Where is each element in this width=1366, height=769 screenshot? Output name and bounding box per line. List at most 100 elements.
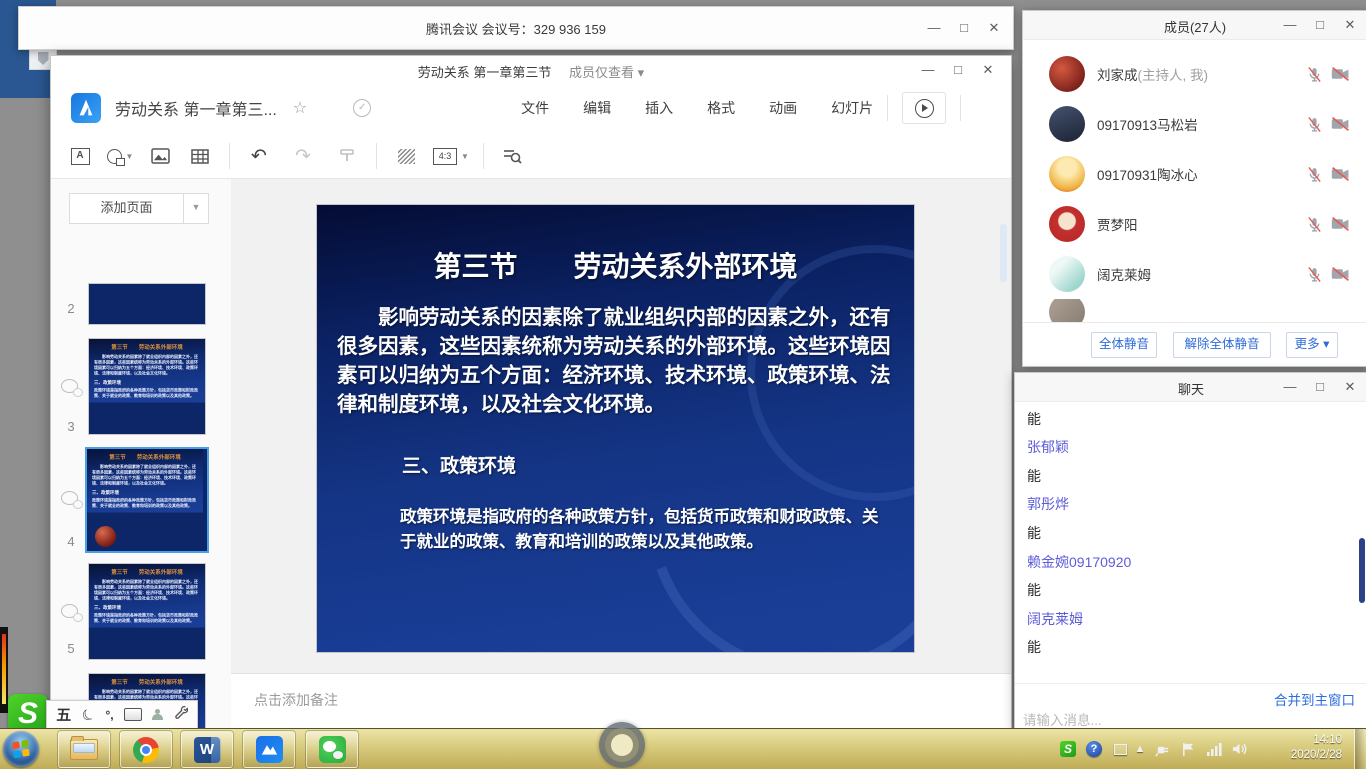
merge-to-main-window-link[interactable]: 合并到主窗口 — [1274, 689, 1355, 709]
slide-thumbnail-3[interactable]: 第三节 劳动关系外部环境 影响劳动关系的因素除了就业组织内部的因素之外，还有很多… — [89, 339, 205, 434]
tray-window-switch-icon[interactable] — [1110, 739, 1130, 759]
menu-file[interactable]: 文件 — [521, 98, 549, 118]
menu-insert[interactable]: 插入 — [645, 98, 673, 118]
wps-logo-icon — [71, 93, 101, 123]
redo-icon[interactable]: ↷ — [288, 141, 318, 171]
slide-thumbnail-5[interactable]: 第三节 劳动关系外部环境 影响劳动关系的因素除了就业组织内部的因素之外，还有很多… — [89, 564, 205, 659]
ime-language-moon-icon[interactable]: ☾ — [78, 703, 99, 725]
slide-canvas[interactable]: 第三节 劳动关系外部环境 影响劳动关系的因素除了就业组织内部的因素之外，还有很多… — [316, 204, 915, 653]
mute-all-button[interactable]: 全体静音 — [1091, 332, 1157, 358]
minimize-icon[interactable]: — — [1275, 12, 1305, 38]
unmute-all-button[interactable]: 解除全体静音 — [1173, 332, 1271, 358]
close-icon[interactable]: ✕ — [979, 15, 1009, 41]
divider — [1015, 683, 1366, 684]
tray-hidden-icons-arrow[interactable]: ▲ — [1130, 739, 1150, 759]
minimize-icon[interactable]: — — [1275, 374, 1305, 400]
find-replace-icon[interactable] — [498, 141, 528, 171]
camera-off-icon[interactable] — [1327, 116, 1353, 132]
minimize-icon[interactable]: — — [913, 57, 943, 83]
animation-badge-icon — [61, 491, 78, 505]
undo-icon[interactable]: ↶ — [244, 141, 274, 171]
format-painter-icon[interactable] — [332, 141, 362, 171]
ime-settings-wrench-icon[interactable] — [174, 705, 188, 724]
tray-volume-icon[interactable] — [1230, 739, 1250, 759]
menu-animation[interactable]: 动画 — [769, 98, 797, 118]
tray-power-icon[interactable] — [1152, 739, 1172, 759]
wps-window-title: 劳动关系 第一章第三节 — [418, 65, 552, 80]
play-slideshow-button[interactable] — [902, 92, 946, 124]
taskbar-chrome-button[interactable] — [120, 731, 172, 768]
slide-thumbnail-4-selected[interactable]: 第三节 劳动关系外部环境 影响劳动关系的因素除了就业组织内部的因素之外，还有很多… — [87, 449, 207, 551]
aspect-ratio-selector[interactable]: 4:3▼ — [433, 141, 469, 171]
taskbar-wechat-button[interactable] — [306, 731, 358, 768]
document-tab[interactable]: 劳动关系 第一章第三... — [115, 96, 277, 120]
camera-off-icon[interactable] — [1327, 166, 1353, 182]
chat-scrollbar[interactable] — [1359, 538, 1365, 603]
menu-format[interactable]: 格式 — [707, 98, 735, 118]
tray-action-center-flag-icon[interactable] — [1178, 739, 1198, 759]
table-tool-icon[interactable] — [185, 141, 215, 171]
tray-network-icon[interactable] — [1204, 739, 1224, 759]
member-row[interactable]: 09170931陶冰心 — [1023, 149, 1366, 199]
maximize-icon[interactable]: □ — [949, 15, 979, 41]
member-row[interactable]: 刘家成(主持人, 我) — [1023, 49, 1366, 99]
maximize-icon[interactable]: □ — [1305, 374, 1335, 400]
member-row[interactable]: 贾梦阳 — [1023, 199, 1366, 249]
chat-sender-name: 赖金婉09170920 — [1027, 552, 1347, 572]
notes-area[interactable]: 点击添加备注 — [231, 673, 1011, 728]
close-icon[interactable]: ✕ — [1335, 374, 1365, 400]
docked-toolbar-edge-indicator[interactable] — [0, 627, 8, 713]
tray-time: 14:10 — [1291, 733, 1342, 748]
mic-muted-icon[interactable] — [1301, 66, 1327, 83]
textbox-tool-icon[interactable]: A — [65, 141, 95, 171]
shape-tool-icon[interactable]: ▼ — [105, 141, 135, 171]
editor-scrollbar[interactable] — [1000, 224, 1007, 282]
minimize-icon[interactable]: — — [919, 15, 949, 41]
slide-paragraph: 政策环境是指政府的各种政策方针，包括货币政策和财政政策、关于就业的政策、教育和培… — [400, 505, 892, 555]
word-icon: W — [194, 737, 220, 763]
camera-off-icon[interactable] — [1327, 266, 1353, 282]
mic-muted-icon[interactable] — [1301, 116, 1327, 133]
camera-off-icon[interactable] — [1327, 66, 1353, 82]
tray-sogou-icon[interactable]: S — [1058, 739, 1078, 759]
explorer-icon — [70, 739, 98, 760]
ime-profile-icon[interactable] — [152, 709, 163, 720]
mic-muted-icon[interactable] — [1301, 266, 1327, 283]
taskbar-explorer-button[interactable] — [58, 731, 110, 768]
background-fill-icon[interactable] — [391, 141, 421, 171]
tray-date: 2020/2/28 — [1291, 748, 1342, 763]
view-mode-dropdown[interactable]: 成员仅查看 ▾ — [569, 65, 644, 80]
tray-help-icon[interactable]: ? — [1084, 739, 1104, 759]
add-page-button[interactable]: 添加页面 ▼ — [69, 193, 209, 224]
meeting-window-title: 腾讯会议 会议号：329 936 159 — [19, 19, 1013, 38]
taskbar-word-button[interactable]: W — [181, 731, 233, 768]
mic-muted-icon[interactable] — [1301, 216, 1327, 233]
camera-off-icon[interactable] — [1327, 216, 1353, 232]
tray-clock[interactable]: 14:10 2020/2/28 — [1291, 733, 1342, 763]
image-tool-icon[interactable] — [145, 141, 175, 171]
start-button[interactable] — [3, 731, 39, 767]
maximize-icon[interactable]: □ — [1305, 12, 1335, 38]
favorite-star-icon[interactable]: ☆ — [293, 98, 307, 118]
document-bar: 劳动关系 第一章第三... ☆ ✓ 文件 编辑 插入 格式 动画 幻灯片 — [51, 82, 1011, 134]
ime-punctuation-icon[interactable]: °, — [105, 708, 113, 722]
wps-titlebar: 劳动关系 第一章第三节 成员仅查看 ▾ — □ ✕ — [51, 56, 1011, 82]
close-icon[interactable]: ✕ — [973, 57, 1003, 83]
maximize-icon[interactable]: □ — [943, 57, 973, 83]
menu-slideshow[interactable]: 幻灯片 — [831, 98, 873, 118]
member-row[interactable]: 阔克莱姆 — [1023, 249, 1366, 299]
show-desktop-button[interactable] — [1354, 729, 1366, 769]
taskbar-meeting-button[interactable] — [243, 731, 295, 768]
members-footer: 全体静音 解除全体静音 更多 ▾ — [1023, 322, 1366, 366]
ime-keyboard-icon[interactable] — [124, 708, 142, 721]
slide-thumbnail-2[interactable]: 第三节 劳动关系外部环境 影响劳动关系的因素除了就业组织内部的因素之外，还有很多… — [89, 284, 205, 324]
close-icon[interactable]: ✕ — [1335, 12, 1365, 38]
more-button[interactable]: 更多 ▾ — [1286, 332, 1338, 358]
assistive-ring-overlay[interactable] — [599, 722, 645, 768]
ime-mode-label[interactable]: 五 — [56, 704, 71, 725]
member-row[interactable]: 09170913马松岩 — [1023, 99, 1366, 149]
add-page-dropdown[interactable]: ▼ — [183, 194, 208, 223]
mic-muted-icon[interactable] — [1301, 166, 1327, 183]
slide-section-heading: 三、政策环境 — [402, 451, 516, 478]
menu-edit[interactable]: 编辑 — [583, 98, 611, 118]
